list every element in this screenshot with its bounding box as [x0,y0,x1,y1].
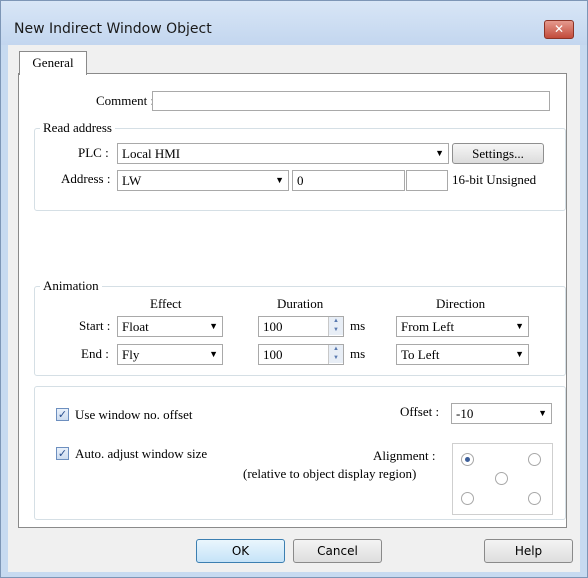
spin-up-icon[interactable]: ▲ [329,345,343,354]
start-effect-select[interactable]: Float ▼ [117,316,223,337]
read-address-title: Read address [40,121,115,135]
spin-down-icon[interactable]: ▼ [329,326,343,335]
data-format-label: 16-bit Unsigned [452,172,537,187]
offset-value: -10 [456,406,474,421]
end-effect-value: Fly [122,347,140,362]
alignment-bottom-right-radio[interactable] [528,492,541,505]
close-button[interactable]: ✕ [544,20,574,39]
title-bar[interactable]: New Indirect Window Object ✕ [1,1,587,45]
address-input[interactable]: 0 [292,170,405,191]
start-direction-value: From Left [401,319,455,334]
start-duration-value: 100 [263,319,283,334]
tab-general[interactable]: General [19,51,87,75]
end-effect-select[interactable]: Fly ▼ [117,344,223,365]
chevron-down-icon: ▼ [538,408,547,418]
settings-button[interactable]: Settings... [452,143,544,164]
plc-select[interactable]: Local HMI ▼ [117,143,449,164]
checkmark-icon: ✓ [57,408,68,421]
end-duration-unit: ms [350,346,366,361]
end-direction-value: To Left [401,347,440,362]
address-type-select[interactable]: LW ▼ [117,170,289,191]
start-duration-stepper[interactable]: 100 ▲ ▼ [258,316,344,337]
chevron-down-icon: ▼ [515,349,524,359]
address-label: Address : [61,171,111,186]
spin-buttons[interactable]: ▲ ▼ [328,317,343,336]
alignment-top-right-radio[interactable] [528,453,541,466]
spin-down-icon[interactable]: ▼ [329,354,343,363]
alignment-top-left-radio[interactable] [461,453,474,466]
use-offset-checkbox[interactable]: ✓ [56,408,69,421]
plc-value: Local HMI [122,146,181,161]
help-button[interactable]: Help [484,539,573,563]
chevron-down-icon: ▼ [435,148,444,158]
alignment-center-radio[interactable] [495,472,508,485]
offset-select[interactable]: -10 ▼ [451,403,552,424]
start-direction-select[interactable]: From Left ▼ [396,316,529,337]
end-direction-select[interactable]: To Left ▼ [396,344,529,365]
auto-adjust-label: Auto. adjust window size [75,446,208,461]
address-index-input[interactable] [406,170,448,191]
start-effect-value: Float [122,319,149,334]
checkmark-icon: ✓ [57,447,68,460]
window-title: New Indirect Window Object [14,21,212,37]
ok-button[interactable]: OK [196,539,285,563]
use-offset-label: Use window no. offset [75,407,193,422]
plc-label: PLC : [78,145,109,160]
alignment-label: Alignment : [373,448,436,463]
spin-up-icon[interactable]: ▲ [329,317,343,326]
start-duration-unit: ms [350,318,366,333]
spin-buttons[interactable]: ▲ ▼ [328,345,343,364]
close-icon: ✕ [553,22,565,36]
offset-label: Offset : [400,404,440,419]
direction-column-header: Direction [436,296,486,311]
cancel-button[interactable]: Cancel [293,539,382,563]
end-duration-stepper[interactable]: 100 ▲ ▼ [258,344,344,365]
animation-title: Animation [40,279,102,293]
chevron-down-icon: ▼ [515,321,524,331]
end-duration-value: 100 [263,347,283,362]
alignment-bottom-left-radio[interactable] [461,492,474,505]
comment-input[interactable] [152,91,550,111]
chevron-down-icon: ▼ [209,349,218,359]
address-type-value: LW [122,173,142,188]
duration-column-header: Duration [277,296,324,311]
alignment-note: (relative to object display region) [243,466,417,481]
start-label: Start : [79,318,111,333]
auto-adjust-checkbox[interactable]: ✓ [56,447,69,460]
comment-label: Comment : [96,93,155,108]
end-label: End : [81,346,109,361]
chevron-down-icon: ▼ [209,321,218,331]
effect-column-header: Effect [150,296,182,311]
chevron-down-icon: ▼ [275,175,284,185]
